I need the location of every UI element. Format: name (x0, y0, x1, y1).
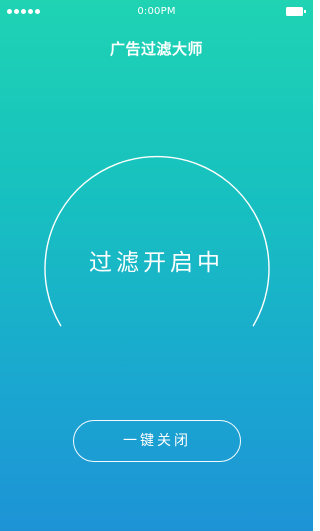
page-title: 广告过滤大师 (109, 40, 203, 58)
status-bar: 0:00PM (0, 0, 313, 22)
battery-tip (304, 10, 306, 13)
battery-body (286, 7, 303, 16)
battery-icon (286, 7, 306, 16)
filter-status-text: 过滤开启中 (89, 250, 224, 276)
app-screen: 0:00PM 广告过滤大师 过滤开启中 一键关闭 (0, 0, 313, 531)
ring-arc (44, 155, 270, 327)
status-time: 0:00PM (137, 6, 176, 17)
one-key-off-button[interactable]: 一键关闭 (73, 420, 241, 462)
